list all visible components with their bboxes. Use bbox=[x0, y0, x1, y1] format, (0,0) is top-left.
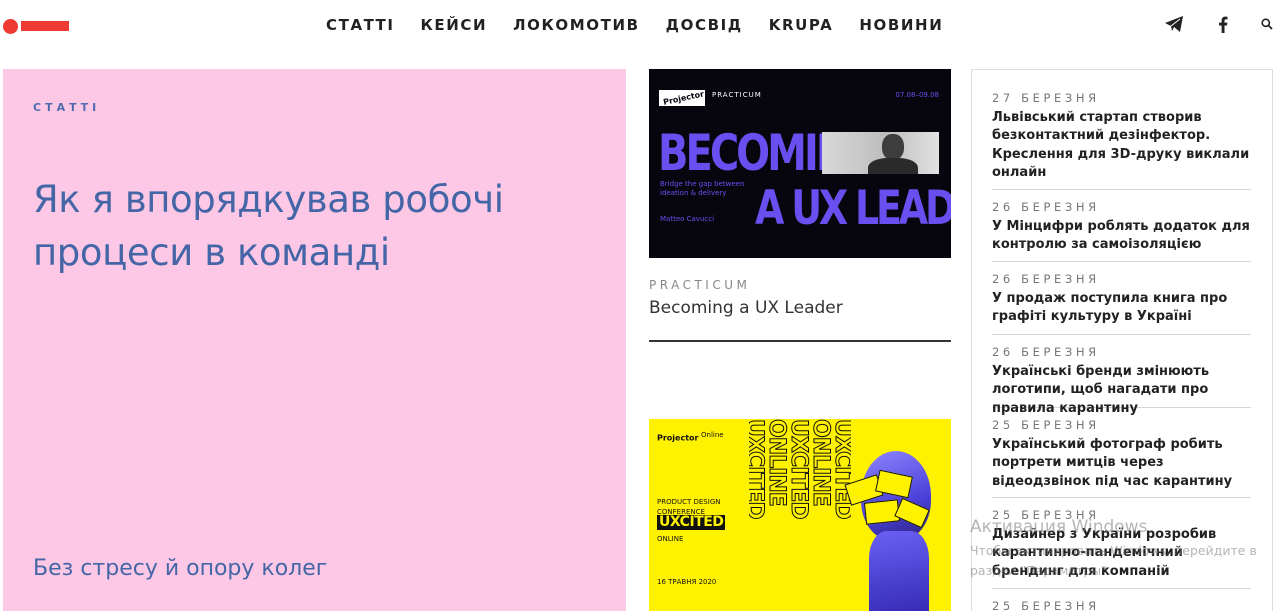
practicum-banner-tagline: Bridge the gap between ideation & delive… bbox=[660, 180, 745, 197]
practicum-banner-dates: 07.08–09.08 bbox=[895, 91, 939, 99]
news-item[interactable]: 25 БЕРЕЗНЯ bbox=[992, 599, 1251, 611]
nav-item-news[interactable]: НОВИНИ bbox=[859, 16, 943, 34]
uxcited-date: 16 ТРАВНЯ 2020 bbox=[657, 578, 717, 586]
card-divider bbox=[649, 340, 951, 342]
uxcited-card-d bbox=[894, 497, 930, 529]
uxcited-brand-suffix: Online bbox=[701, 431, 724, 439]
news-date: 25 БЕРЕЗНЯ bbox=[992, 418, 1100, 432]
uxcited-mode: ONLINE bbox=[657, 535, 684, 543]
nav-item-krupa[interactable]: KRUPA bbox=[769, 16, 834, 34]
news-title[interactable]: Український фотограф робить портрети мит… bbox=[992, 436, 1251, 491]
practicum-banner-image[interactable]: Projector PRACTICUM 07.08–09.08 BECOMING… bbox=[649, 69, 951, 258]
telegram-icon[interactable] bbox=[1164, 15, 1184, 33]
card-category[interactable]: PRACTICUM bbox=[649, 278, 750, 292]
featured-article-subtitle: Без стресу й опору колег bbox=[33, 556, 328, 581]
uxcited-pattern-text: UXCITED ONLINE UXCITED ONLINE UXCITED ON… bbox=[749, 419, 851, 519]
uxcited-brand-name: Projector bbox=[657, 433, 699, 443]
uxcited-neck bbox=[869, 531, 929, 611]
speaker-body bbox=[868, 158, 918, 174]
practicum-banner-label: PRACTICUM bbox=[712, 91, 762, 99]
practicum-banner-headline-2: A UX LEADER bbox=[755, 180, 951, 235]
news-title[interactable]: Львівський стартап створив безконтактний… bbox=[992, 109, 1251, 182]
featured-article-category[interactable]: СТАТТІ bbox=[33, 101, 100, 114]
news-title[interactable]: Українські бренди змінюють логотипи, щоб… bbox=[992, 363, 1251, 418]
news-item[interactable]: 26 БЕРЕЗНЯ У продаж поступила книга про … bbox=[992, 272, 1251, 335]
nav-item-cases[interactable]: КЕЙСИ bbox=[421, 16, 488, 34]
speaker-head bbox=[882, 134, 904, 160]
news-title[interactable]: У продаж поступила книга про графіті кул… bbox=[992, 290, 1251, 327]
uxcited-pattern: UXCITED ONLINE UXCITED ONLINE UXCITED ON… bbox=[749, 419, 851, 611]
uxcited-cards bbox=[844, 469, 933, 533]
logo-dot bbox=[3, 19, 18, 34]
news-item[interactable]: 25 БЕРЕЗНЯ Український фотограф робить п… bbox=[992, 418, 1251, 498]
nav-item-articles[interactable]: СТАТТІ bbox=[326, 16, 395, 34]
nav-item-locomotive[interactable]: ЛОКОМОТИВ bbox=[513, 16, 640, 34]
news-date: 25 БЕРЕЗНЯ bbox=[992, 599, 1100, 611]
featured-article-title[interactable]: Як я впорядкував робочі процеси в команд… bbox=[33, 173, 593, 279]
site-logo[interactable] bbox=[3, 18, 69, 34]
uxcited-name: UXCITED bbox=[657, 514, 726, 530]
practicum-banner-speaker: Matteo Cavucci bbox=[660, 215, 715, 223]
featured-article[interactable]: СТАТТІ Як я впорядкував робочі процеси в… bbox=[3, 69, 626, 611]
news-date: 26 БЕРЕЗНЯ bbox=[992, 272, 1100, 286]
news-item[interactable]: 26 БЕРЕЗНЯ У Мінцифри роблять додаток дл… bbox=[992, 200, 1251, 262]
news-date: 26 БЕРЕЗНЯ bbox=[992, 200, 1100, 214]
search-icon[interactable] bbox=[1261, 18, 1273, 30]
news-item[interactable]: 27 БЕРЕЗНЯ Львівський стартап створив бе… bbox=[992, 91, 1251, 190]
nav-item-experience[interactable]: ДОСВІД bbox=[666, 16, 743, 34]
practicum-banner-photo bbox=[822, 132, 939, 174]
news-date: 27 БЕРЕЗНЯ bbox=[992, 91, 1100, 105]
projector-badge: Projector bbox=[659, 89, 705, 107]
projector-brand-label: Projector bbox=[662, 89, 705, 107]
card-title[interactable]: Becoming a UX Leader bbox=[649, 298, 843, 318]
windows-activation-title: Активация Windows bbox=[970, 517, 1148, 537]
news-item[interactable]: 26 БЕРЕЗНЯ Українські бренди змінюють ло… bbox=[992, 345, 1251, 416]
uxcited-brand: Projector Online bbox=[657, 431, 724, 443]
site-header: СТАТТІ КЕЙСИ ЛОКОМОТИВ ДОСВІД KRUPA НОВИ… bbox=[0, 0, 1285, 52]
uxcited-figure bbox=[839, 439, 951, 611]
main-nav: СТАТТІ КЕЙСИ ЛОКОМОТИВ ДОСВІД KRUPA НОВИ… bbox=[326, 16, 969, 34]
uxcited-banner-image[interactable]: Projector Online PRODUCT DESIGN CONFEREN… bbox=[649, 419, 951, 611]
logo-bar bbox=[21, 21, 69, 31]
news-date: 26 БЕРЕЗНЯ bbox=[992, 345, 1100, 359]
news-title[interactable]: У Мінцифри роблять додаток для контролю … bbox=[992, 218, 1251, 255]
facebook-icon[interactable] bbox=[1218, 16, 1228, 33]
windows-activation-text: Чтобы активировать Windows, перейдите в … bbox=[970, 543, 1257, 578]
